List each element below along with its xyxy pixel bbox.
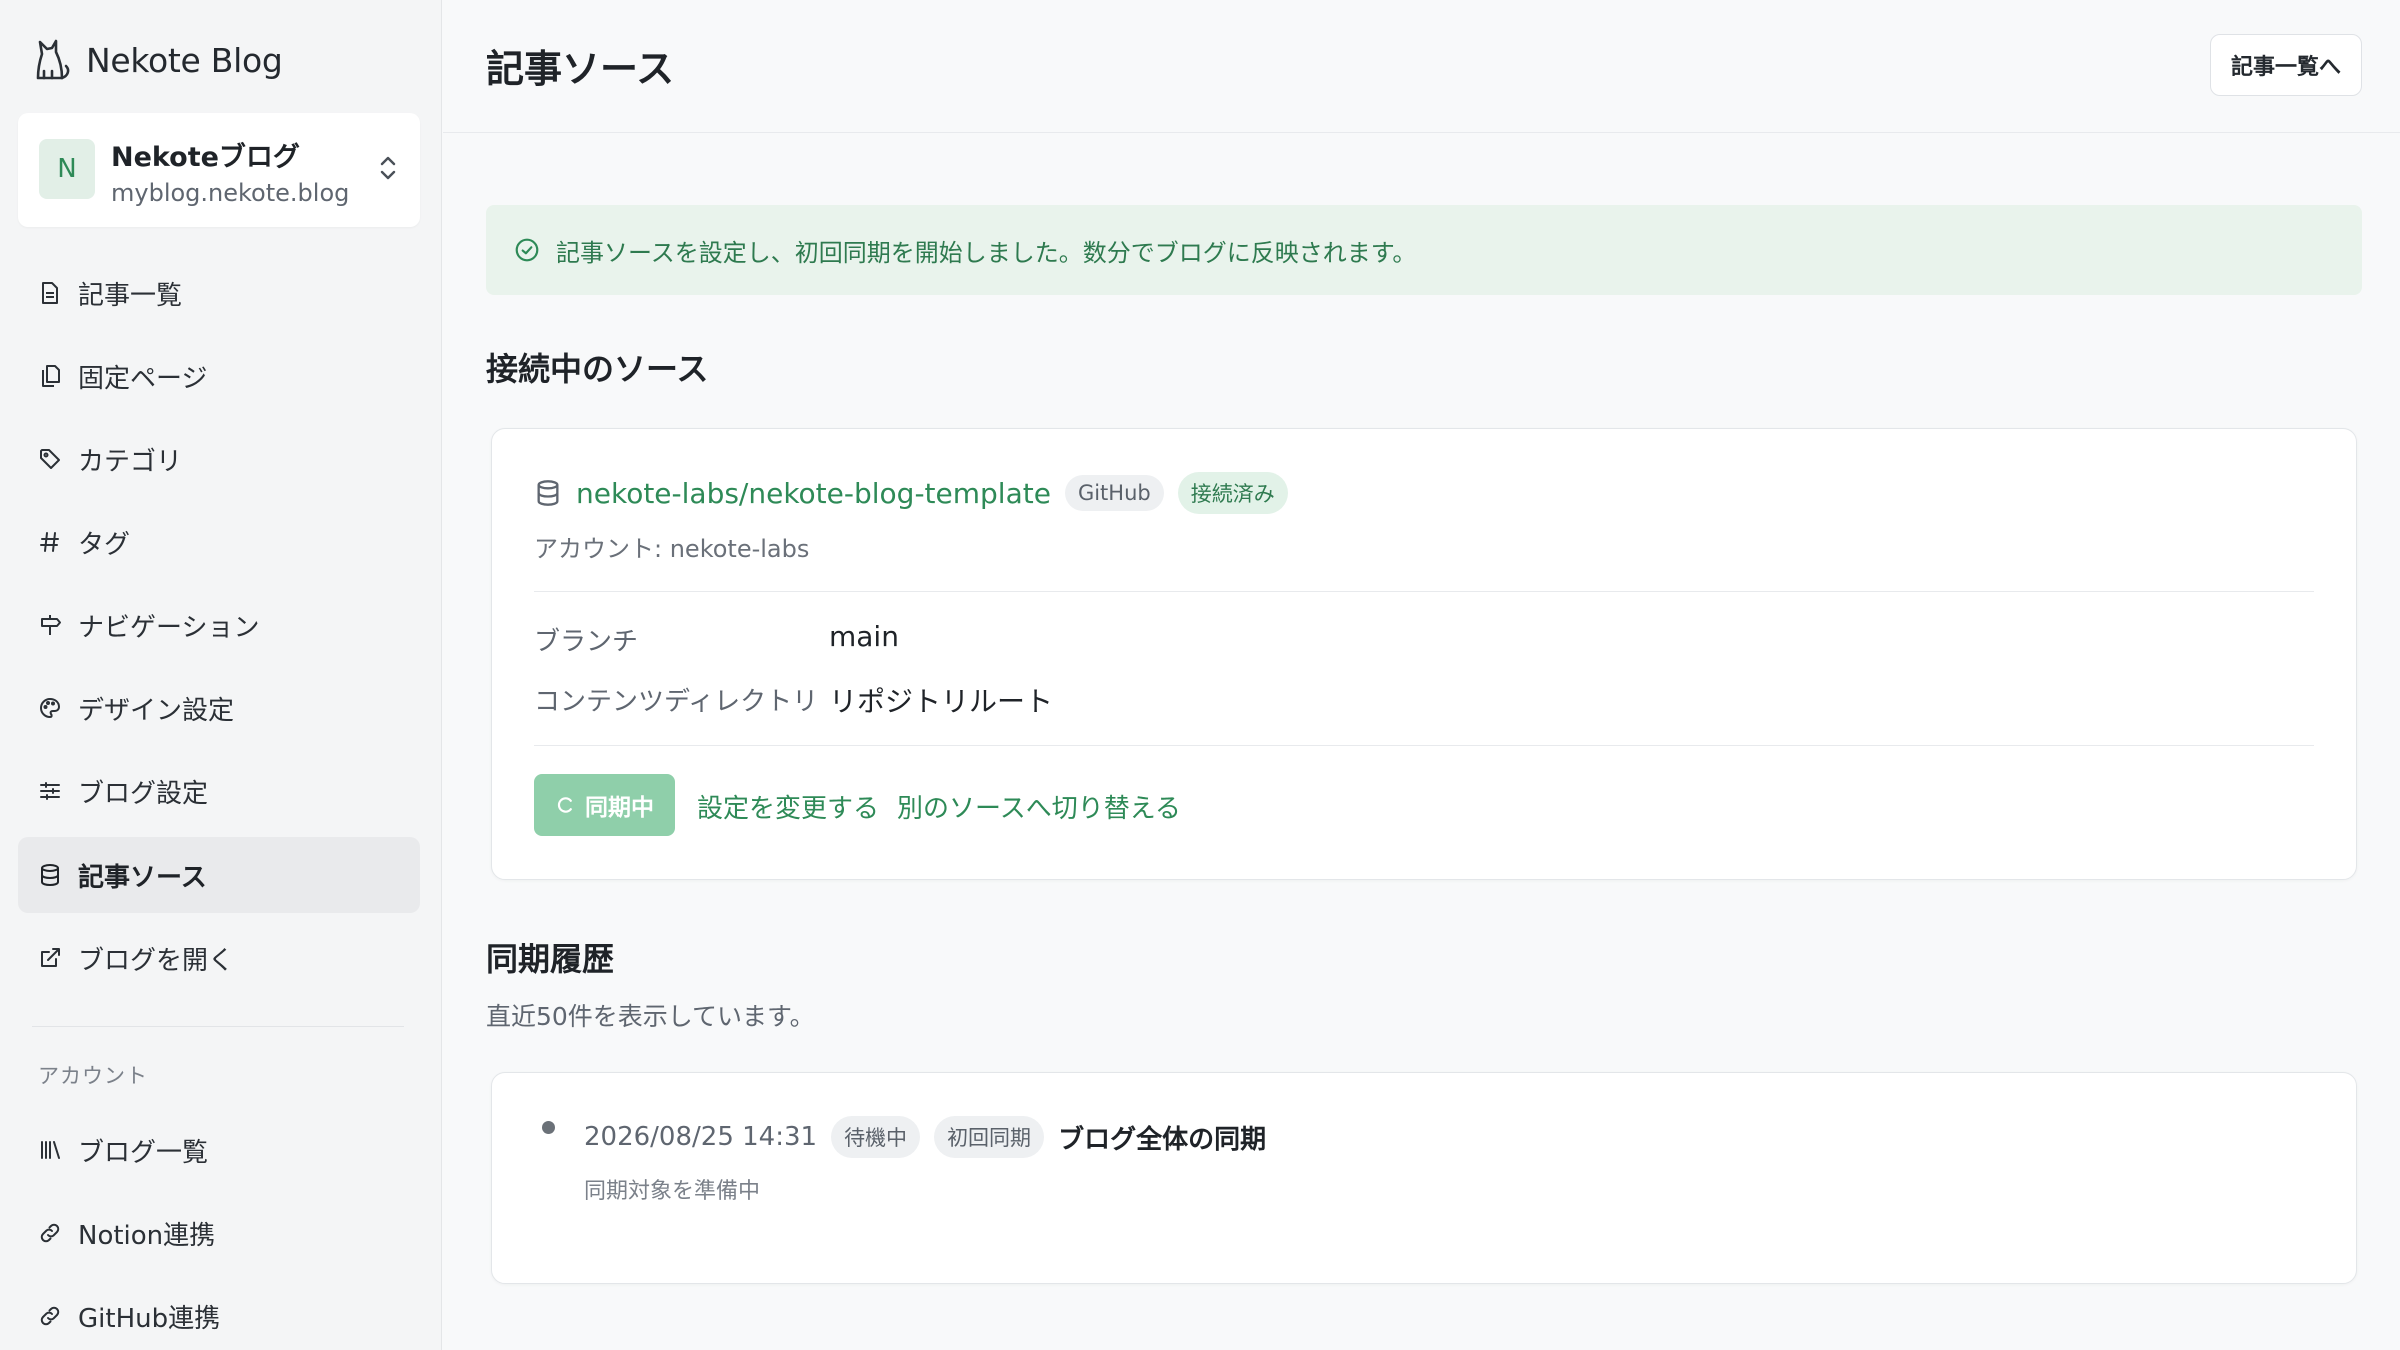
- branch-value: main: [829, 620, 899, 653]
- database-icon: [41, 864, 59, 887]
- card-divider: [534, 745, 2314, 746]
- library-icon: [41, 1141, 60, 1159]
- sidebar-item-navigation[interactable]: ナビゲーション: [18, 587, 420, 663]
- sidebar-item-tags[interactable]: タグ: [18, 504, 420, 580]
- sidebar-item-blog-settings[interactable]: ブログ設定: [18, 753, 420, 829]
- card-divider: [534, 591, 2314, 592]
- sync-button[interactable]: 同期中: [534, 774, 675, 836]
- sidebar-item-label: ブログ設定: [78, 778, 209, 809]
- content-dir-label: コンテンツディレクトリ: [534, 687, 819, 717]
- cat-logo-icon: [36, 39, 70, 80]
- sidebar-item-github[interactable]: GitHub連携: [18, 1278, 420, 1350]
- history-entry-row: 2026/08/25 14:31 待機中 初回同期 ブログ全体の同期: [584, 1115, 1266, 1159]
- sidebar-item-label: カテゴリ: [78, 446, 183, 477]
- page-header: 記事ソース 記事一覧へ: [443, 0, 2400, 133]
- change-settings-button[interactable]: 設定を変更する: [697, 788, 879, 825]
- sidebar-item-categories[interactable]: カテゴリ: [18, 421, 420, 497]
- back-to-posts-button[interactable]: 記事一覧へ: [2209, 34, 2362, 96]
- sidebar-item-label: ブログを開く: [78, 945, 235, 976]
- blog-switcher[interactable]: N Nekoteブログ myblog.nekote.blog: [18, 113, 420, 227]
- success-notice: 記事ソースを設定し、初回同期を開始しました。数分でブログに反映されます。: [486, 205, 2362, 295]
- avatar: N: [39, 139, 95, 199]
- blog-domain: myblog.nekote.blog: [111, 179, 350, 207]
- status-dot: [542, 1121, 555, 1134]
- tag-icon: [40, 449, 60, 469]
- sidebar-item-article-source[interactable]: 記事ソース: [18, 837, 420, 913]
- document-icon: [42, 282, 58, 304]
- sidebar-item-notion[interactable]: Notion連携: [18, 1195, 420, 1271]
- switch-source-button[interactable]: 別のソースへ切り替える: [897, 788, 1181, 825]
- sync-history-heading: 同期履歴: [486, 940, 615, 978]
- history-status-badge: 待機中: [831, 1116, 921, 1158]
- sidebar-item-blog-list[interactable]: ブログ一覧: [18, 1112, 420, 1188]
- app-name: Nekote Blog: [86, 40, 283, 80]
- sidebar-item-label: 固定ページ: [78, 363, 208, 394]
- sidebar-item-open-blog[interactable]: ブログを開く: [18, 920, 420, 996]
- account-line: アカウント: nekote-labs: [534, 535, 810, 563]
- sidebar-item-label: ブログ一覧: [78, 1137, 209, 1168]
- sidebar-item-label: タグ: [78, 529, 131, 560]
- status-badge: 接続済み: [1177, 472, 1288, 514]
- external-link-icon: [41, 948, 60, 967]
- sidebar-item-label: 記事一覧: [78, 280, 183, 311]
- check-circle-icon: [515, 238, 539, 262]
- chevron-up-down-icon: [380, 156, 396, 180]
- history-title: ブログ全体の同期: [1058, 1124, 1267, 1155]
- palette-icon: [40, 697, 61, 719]
- notice-text: 記事ソースを設定し、初回同期を開始しました。数分でブログに反映されます。: [556, 238, 1417, 267]
- sidebar-item-label: ナビゲーション: [78, 612, 260, 643]
- connected-source-heading: 接続中のソース: [486, 350, 709, 388]
- repo-row: nekote-labs/nekote-blog-template GitHub …: [534, 471, 1288, 515]
- sync-history-card: 2026/08/25 14:31 待機中 初回同期 ブログ全体の同期 同期対象を…: [491, 1072, 2357, 1284]
- provider-badge: GitHub: [1064, 475, 1164, 511]
- sidebar: Nekote Blog N Nekoteブログ myblog.nekote.bl…: [0, 0, 442, 1350]
- sidebar-divider: [32, 1026, 404, 1027]
- branch-label: ブランチ: [534, 627, 639, 657]
- link-icon: [40, 1306, 60, 1326]
- content-dir-value: リポジトリルート: [829, 685, 1054, 718]
- app-brand[interactable]: Nekote Blog: [32, 36, 283, 84]
- sync-button-label: 同期中: [585, 795, 654, 821]
- database-icon: [537, 480, 559, 506]
- page-title: 記事ソース: [486, 47, 675, 91]
- sidebar-item-design[interactable]: デザイン設定: [18, 670, 420, 746]
- history-detail: 同期対象を準備中: [584, 1179, 761, 1204]
- sidebar-item-label: Notion連携: [78, 1220, 216, 1251]
- sync-history-subtext: 直近50件を表示しています。: [486, 1002, 815, 1031]
- sidebar-item-label: 記事ソース: [78, 862, 207, 893]
- sidebar-item-label: デザイン設定: [78, 695, 235, 726]
- blog-name: Nekoteブログ: [111, 142, 300, 173]
- sidebar-item-pages[interactable]: 固定ページ: [18, 338, 420, 414]
- history-type-badge: 初回同期: [934, 1116, 1045, 1158]
- sidebar-item-posts[interactable]: 記事一覧: [18, 255, 420, 331]
- connected-source-card: nekote-labs/nekote-blog-template GitHub …: [491, 428, 2357, 880]
- hash-icon: [40, 532, 59, 552]
- repo-link[interactable]: nekote-labs/nekote-blog-template: [576, 477, 1051, 510]
- account-section-label: アカウント: [38, 1064, 148, 1088]
- sliders-icon: [40, 782, 60, 800]
- signpost-icon: [41, 615, 61, 635]
- spinner-icon: [557, 797, 572, 813]
- pages-icon: [42, 365, 60, 387]
- history-datetime: 2026/08/25 14:31: [584, 1122, 818, 1152]
- sidebar-item-label: GitHub連携: [78, 1303, 221, 1334]
- link-icon: [40, 1223, 60, 1243]
